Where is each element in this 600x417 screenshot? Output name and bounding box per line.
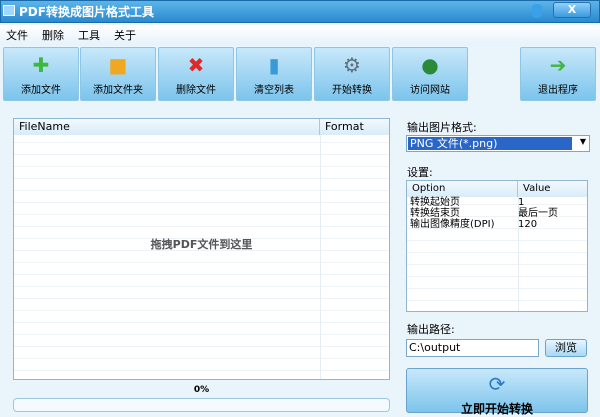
plus-icon: ✚ <box>32 53 50 77</box>
toolbar-button-6[interactable]: ● 访问网站 <box>392 47 468 101</box>
option-value[interactable]: 最后一页 <box>518 208 558 219</box>
menu-delete[interactable]: 删除 <box>42 27 64 43</box>
toolbar-button-3[interactable]: ✖ 删除文件 <box>158 47 234 101</box>
column-option: Option <box>407 181 518 197</box>
menu-about[interactable]: 关于 <box>114 27 136 43</box>
start-convert-button[interactable]: ⟳ 立即开始转换 <box>406 368 588 416</box>
progress-bar <box>13 398 390 412</box>
option-name: 转换结束页 <box>410 208 460 219</box>
output-label: 输出路径: <box>407 323 455 336</box>
toolbar-button-label: 访问网站 <box>410 85 450 96</box>
menu-tools[interactable]: 工具 <box>78 27 100 43</box>
toolbar-button-4[interactable]: ▮ 清空列表 <box>236 47 312 101</box>
file-list[interactable]: FileName Format 拖拽PDF文件到这里 <box>13 118 390 380</box>
browse-button[interactable]: 浏览 <box>545 339 587 357</box>
convert-icon: ⟳ <box>488 372 506 396</box>
settings-label: 设置: <box>407 166 433 179</box>
toolbar-button-label: 删除文件 <box>176 85 216 96</box>
toolbar-button-7[interactable]: ➔ 退出程序 <box>520 47 596 101</box>
column-format[interactable]: Format <box>320 119 364 135</box>
option-name: 输出图像精度(DPI) <box>410 219 495 230</box>
toolbar-button-label: 开始转换 <box>332 85 372 96</box>
menu-file[interactable]: 文件 <box>6 27 28 43</box>
drop-hint: 拖拽PDF文件到这里 <box>150 238 253 251</box>
settings-grid[interactable]: Option Value 转换起始页 1 转换结束页 最后一页输出图像精度(DPI) 1… <box>406 180 588 312</box>
globe-icon: ● <box>421 53 439 77</box>
gears-icon: ⚙ <box>343 53 361 77</box>
title-bar: PDF转换成图片格式工具 <box>0 0 600 23</box>
settings-row[interactable]: 转换结束页 最后一页 <box>407 208 587 219</box>
format-label: 输出图片格式: <box>407 121 477 134</box>
toolbar-button-label: 添加文件夹 <box>93 85 143 96</box>
toolbar-button-2[interactable]: ■ 添加文件夹 <box>80 47 156 101</box>
x-icon: ✖ <box>187 53 205 77</box>
toolbar-button-label: 添加文件 <box>21 85 61 96</box>
settings-row[interactable]: 输出图像精度(DPI) 120 <box>407 219 587 230</box>
option-name: 转换起始页 <box>410 197 460 208</box>
list-header: FileName Format <box>14 119 389 135</box>
menu-bar: 文件 删除 工具 关于 <box>0 25 600 45</box>
grid-header: Option Value <box>407 181 587 197</box>
folder-icon: ■ <box>108 53 128 77</box>
skin-icon[interactable] <box>532 4 542 18</box>
column-filename[interactable]: FileName <box>14 119 320 135</box>
format-value: PNG 文件(*.png) <box>408 137 572 150</box>
close-button[interactable]: X <box>553 2 591 18</box>
option-value[interactable]: 120 <box>518 219 537 230</box>
toolbar-button-5[interactable]: ⚙ 开始转换 <box>314 47 390 101</box>
toolbar-button-label: 清空列表 <box>254 85 294 96</box>
toolbar-button-1[interactable]: ✚ 添加文件 <box>3 47 79 101</box>
output-path-input[interactable]: C:\output <box>406 339 539 357</box>
chevron-down-icon[interactable]: ▼ <box>580 137 586 146</box>
app-icon <box>3 5 15 16</box>
format-select[interactable]: PNG 文件(*.png) ▼ <box>406 135 590 152</box>
column-value: Value <box>523 183 551 194</box>
progress-text: 0% <box>193 385 210 395</box>
toolbar-button-label: 退出程序 <box>538 85 578 96</box>
bin-icon: ▮ <box>268 53 280 77</box>
settings-row[interactable]: 转换起始页 1 <box>407 197 587 208</box>
window-title: PDF转换成图片格式工具 <box>19 5 154 19</box>
start-convert-label: 立即开始转换 <box>460 402 533 416</box>
arrow-right-icon: ➔ <box>549 53 567 77</box>
